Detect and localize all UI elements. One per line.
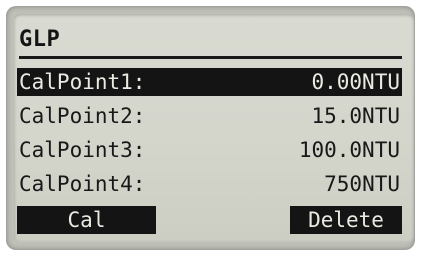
calpoint-value: 100.0NTU — [298, 138, 400, 162]
calpoint-label: CalPoint3: — [19, 138, 146, 162]
screen-title: GLP — [19, 27, 61, 52]
title-divider — [19, 56, 402, 59]
calpoint-row-3[interactable]: CalPoint3: 100.0NTU — [17, 136, 402, 164]
calpoint-label: CalPoint1: — [19, 70, 146, 94]
calpoint-label: CalPoint2: — [19, 104, 146, 128]
calpoint-value: 15.0NTU — [311, 104, 400, 128]
calpoint-row-4[interactable]: CalPoint4: 750NTU — [17, 170, 402, 198]
calpoint-row-1[interactable]: CalPoint1: 0.00NTU — [17, 68, 402, 96]
device-photo: GLP CalPoint1: 0.00NTU CalPoint2: 15.0NT… — [0, 0, 421, 256]
cal-softkey[interactable]: Cal — [17, 206, 156, 234]
calpoint-row-2[interactable]: CalPoint2: 15.0NTU — [17, 102, 402, 130]
calpoint-label: CalPoint4: — [19, 172, 146, 196]
delete-softkey[interactable]: Delete — [290, 206, 402, 234]
calpoint-value: 0.00NTU — [311, 70, 400, 94]
calpoint-value: 750NTU — [324, 172, 400, 196]
